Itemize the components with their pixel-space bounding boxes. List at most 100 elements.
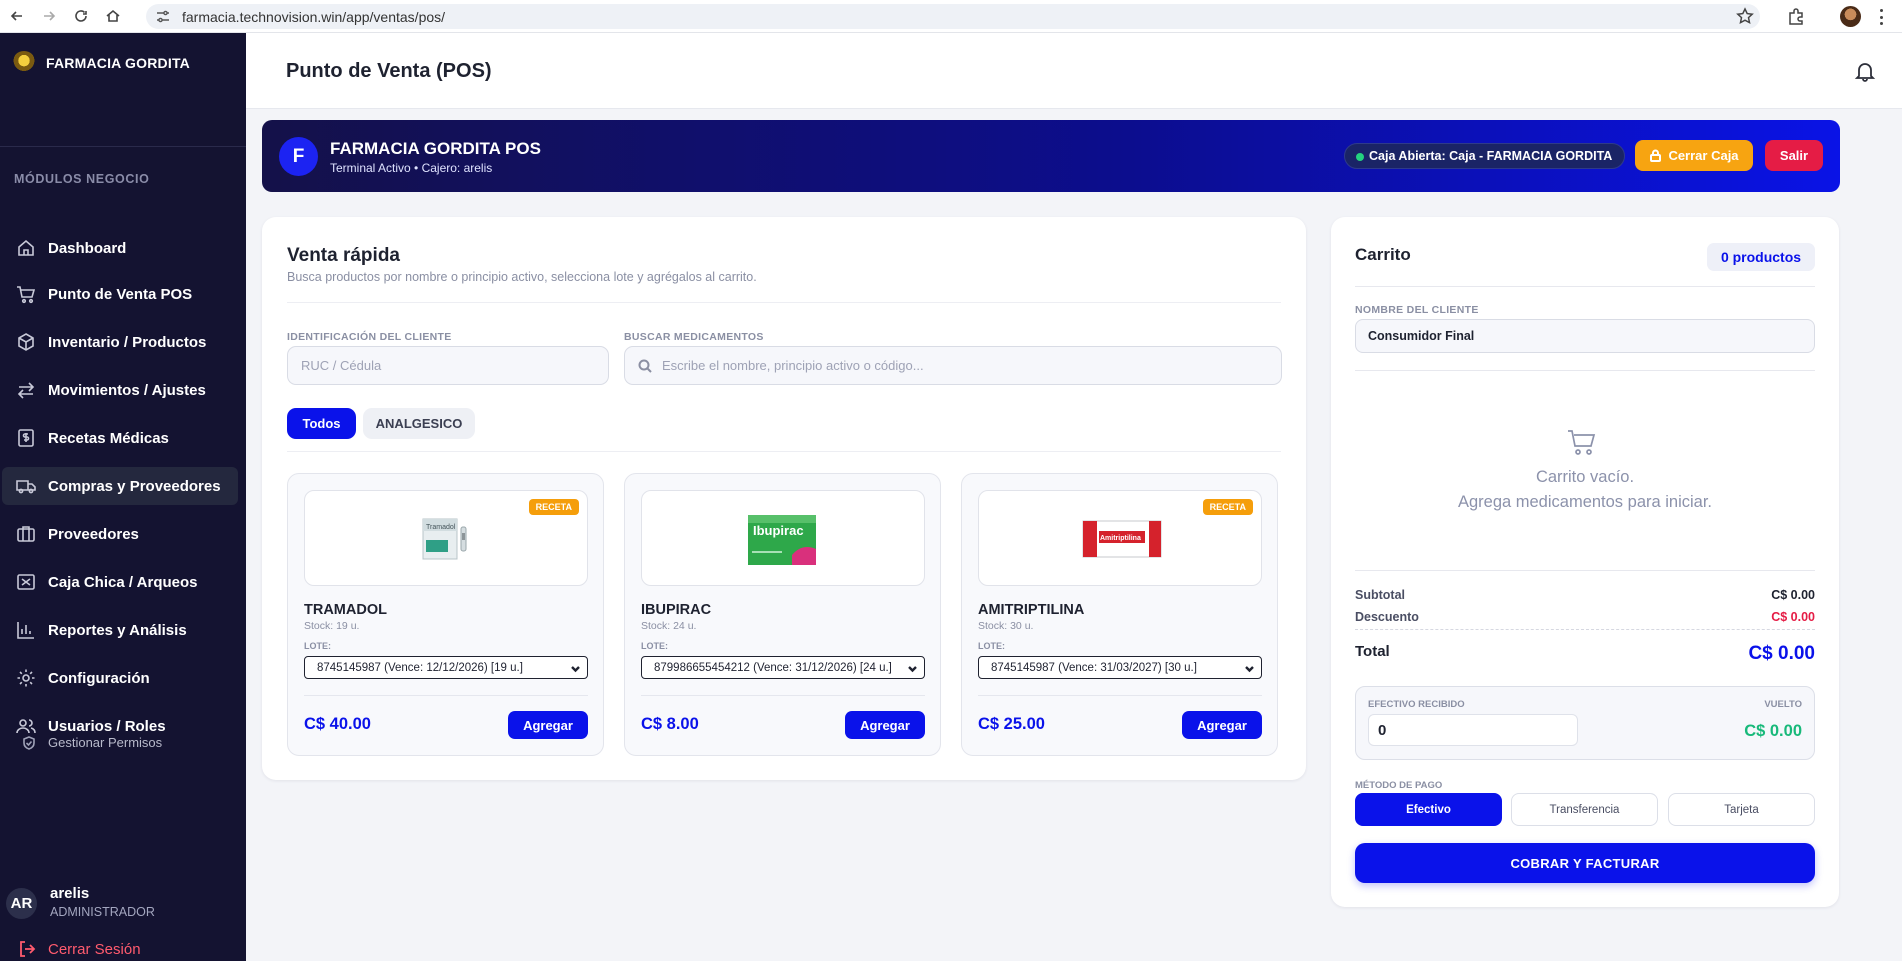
back-icon[interactable]: [6, 5, 28, 27]
sidebar-item-dashboard[interactable]: Dashboard: [2, 229, 238, 267]
brand-name: FARMACIA GORDITA: [46, 55, 190, 71]
profile-avatar[interactable]: [1840, 6, 1861, 27]
lote-select[interactable]: 8745145987 (Vence: 31/03/2027) [30 u.]: [978, 656, 1262, 679]
reload-icon[interactable]: [70, 5, 92, 27]
cart-icon: [17, 286, 36, 304]
dashed-divider: [1355, 629, 1815, 630]
lote-select-value: 8745145987 (Vence: 31/03/2027) [30 u.]: [991, 661, 1197, 674]
browser-menu-icon[interactable]: [1880, 9, 1884, 25]
pos-subtitle: Terminal Activo • Cajero: arelis: [330, 161, 493, 175]
user-role: ADMINISTRADOR: [50, 905, 155, 919]
sidebar-item-petty-cash[interactable]: Caja Chica / Arqueos: [2, 563, 238, 601]
site-settings-icon[interactable]: [156, 10, 170, 23]
terminal-avatar: F: [279, 137, 318, 176]
divider: [1355, 370, 1815, 371]
logout-button[interactable]: Cerrar Sesión: [18, 940, 141, 958]
sidebar-item-label: Movimientos / Ajustes: [48, 381, 206, 399]
total-value: C$ 0.00: [1748, 643, 1815, 664]
exit-button[interactable]: Salir: [1765, 140, 1823, 171]
user-name: arelis: [50, 885, 90, 902]
chart-icon: [17, 622, 34, 639]
close-cash-button[interactable]: Cerrar Caja: [1635, 140, 1753, 171]
shield-check-icon: [23, 735, 35, 750]
building-icon: [17, 526, 35, 542]
status-dot-icon: [1356, 153, 1364, 161]
payment-method-label: MÉTODO DE PAGO: [1355, 780, 1443, 791]
chevron-down-icon: [571, 666, 580, 673]
sidebar-subitem-permissions[interactable]: Gestionar Permisos: [22, 735, 162, 750]
client-id-input[interactable]: RUC / Cédula: [287, 346, 609, 385]
home-icon: [18, 239, 34, 256]
page-scrollbar[interactable]: [1855, 109, 1902, 961]
search-placeholder: Escribe el nombre, principio activo o có…: [662, 358, 924, 373]
cash-received-label: EFECTIVO RECIBIDO: [1368, 699, 1465, 710]
filter-chip-all[interactable]: Todos: [287, 408, 356, 439]
sidebar-section-label: MÓDULOS NEGOCIO: [14, 172, 150, 186]
cash-received-box: EFECTIVO RECIBIDO 0 VUELTO C$ 0.00: [1355, 686, 1815, 760]
sidebar-item-suppliers[interactable]: Proveedores: [2, 515, 238, 553]
prescription-icon: [18, 429, 34, 447]
sidebar-divider: [0, 146, 246, 147]
sidebar-item-inventory[interactable]: Inventario / Productos: [2, 323, 238, 361]
sidebar-item-prescriptions[interactable]: Recetas Médicas: [2, 419, 238, 457]
sidebar-item-label: Recetas Médicas: [48, 429, 169, 447]
subtotal-label: Subtotal: [1355, 588, 1405, 602]
pos-banner: F FARMACIA GORDITA POS Terminal Activo •…: [262, 120, 1840, 192]
lote-select[interactable]: 8745145987 (Vence: 12/12/2026) [19 u.]: [304, 656, 588, 679]
url-text: farmacia.technovision.win/app/ventas/pos…: [182, 8, 446, 25]
add-to-cart-button[interactable]: Agregar: [508, 711, 588, 739]
sidebar-item-reports[interactable]: Reportes y Análisis: [2, 611, 238, 649]
bell-icon[interactable]: [1854, 60, 1876, 82]
sidebar-item-label: Punto de Venta POS: [48, 285, 193, 303]
brand[interactable]: FARMACIA GORDITA: [12, 51, 190, 75]
sidebar-item-pos[interactable]: Punto de Venta POS: [2, 275, 238, 313]
extensions-icon[interactable]: [1787, 7, 1805, 25]
logout-icon: [20, 941, 36, 957]
sidebar-item-label: Configuración: [48, 669, 150, 687]
cash-icon: [17, 574, 35, 590]
cash-received-input[interactable]: 0: [1368, 714, 1578, 746]
product-stock: Stock: 24 u.: [641, 620, 697, 632]
divider: [1355, 570, 1815, 571]
home-icon[interactable]: [102, 5, 124, 27]
chevron-down-icon: [1245, 666, 1254, 673]
lock-icon: [1650, 149, 1662, 162]
search-input[interactable]: Escribe el nombre, principio activo o có…: [624, 346, 1282, 385]
empty-cart-message: Carrito vacío.: [1535, 468, 1635, 486]
arrows-icon: [17, 382, 35, 399]
sidebar-item-purchases[interactable]: Compras y Proveedores: [2, 467, 238, 505]
client-name-input[interactable]: Consumidor Final: [1355, 319, 1815, 353]
subtotal-value: C$ 0.00: [1771, 588, 1815, 602]
add-to-cart-button[interactable]: Agregar: [845, 711, 925, 739]
sidebar: FARMACIA GORDITA MÓDULOS NEGOCIO Dashboa…: [0, 33, 246, 961]
filter-chip-analgesico[interactable]: ANALGESICO: [363, 408, 475, 439]
prescription-badge: RECETA: [1202, 499, 1253, 515]
payment-transfer-button[interactable]: Transferencia: [1511, 793, 1658, 826]
discount-value: C$ 0.00: [1771, 610, 1815, 624]
add-to-cart-button[interactable]: Agregar: [1182, 711, 1262, 739]
product-card: Ibupirac IBUPIRAC Stock: 24 u. LOTE: 879…: [624, 473, 941, 756]
lote-label: LOTE:: [978, 641, 1005, 651]
divider: [1355, 286, 1815, 287]
product-name: IBUPIRAC: [641, 602, 712, 618]
avatar[interactable]: AR: [6, 888, 37, 919]
lote-select[interactable]: 879986655454212 (Vence: 31/12/2026) [24 …: [641, 656, 925, 679]
cart-card: Carrito 0 productos NOMBRE DEL CLIENTE C…: [1331, 217, 1839, 907]
box-brand-text: Amitriptilina: [1100, 535, 1141, 542]
product-name: TRAMADOL: [304, 602, 387, 618]
logout-label: Cerrar Sesión: [48, 940, 141, 958]
forward-icon[interactable]: [38, 5, 60, 27]
bookmark-star-icon[interactable]: [1736, 7, 1754, 25]
payment-cash-button[interactable]: Efectivo: [1355, 793, 1502, 826]
product-name: AMITRIPTILINA: [978, 602, 1085, 618]
sidebar-item-label: Inventario / Productos: [48, 333, 207, 351]
charge-invoice-button[interactable]: COBRAR Y FACTURAR: [1355, 843, 1815, 883]
search-label: BUSCAR MEDICAMENTOS: [624, 331, 764, 343]
divider: [641, 695, 925, 696]
sidebar-item-movements[interactable]: Movimientos / Ajustes: [2, 371, 238, 409]
lote-select-value: 879986655454212 (Vence: 31/12/2026) [24 …: [654, 661, 892, 674]
payment-card-button[interactable]: Tarjeta: [1668, 793, 1815, 826]
sidebar-item-settings[interactable]: Configuración: [2, 659, 238, 697]
address-bar[interactable]: farmacia.technovision.win/app/ventas/pos…: [146, 4, 1760, 29]
client-id-label: IDENTIFICACIÓN DEL CLIENTE: [287, 331, 452, 343]
